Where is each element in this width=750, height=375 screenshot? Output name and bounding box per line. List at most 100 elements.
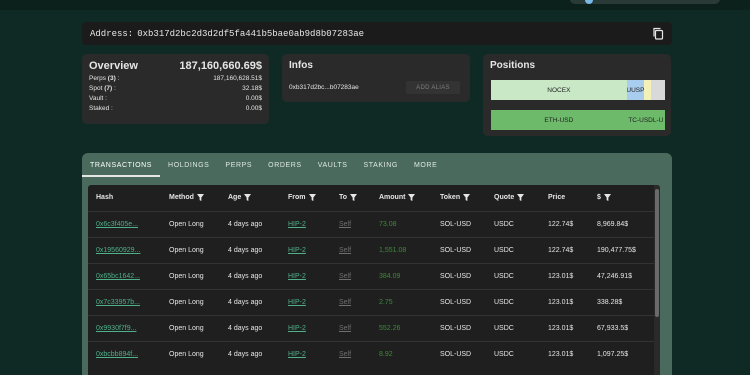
cell-amount: 384.09 [379, 273, 401, 280]
cell-age: 4 days ago [228, 221, 263, 228]
cell-from[interactable]: HIP-2 [288, 351, 306, 358]
tab-perps[interactable]: PERPS [217, 153, 260, 177]
cell-to[interactable]: Self [339, 247, 351, 254]
cell-quote: USDC [494, 299, 514, 306]
cell-quote: USDC [494, 221, 514, 228]
cell-token: SOL-USD [440, 247, 472, 254]
overview-row-label: Spot (7) : [89, 85, 116, 92]
address-bar: Address: 0xb317d2bc2d3d2df5fa441b5bae0ab… [82, 22, 672, 45]
cell-token: SOL-USD [440, 325, 472, 332]
header-amount-label: Amount [379, 194, 406, 201]
cell-hash[interactable]: 0x6c3f405e... [96, 221, 138, 228]
position-bottom-segment[interactable]: ETH-USD [491, 110, 627, 130]
filter-icon[interactable] [244, 194, 252, 201]
infos-title: Infos [289, 60, 313, 71]
filter-icon[interactable] [463, 194, 471, 201]
tab-bar: TRANSACTIONS HOLDINGS PERPS ORDERS VAULTS STA… [82, 153, 672, 177]
scrollbar-thumb[interactable] [655, 189, 659, 317]
filter-icon[interactable] [408, 194, 416, 201]
header-usd[interactable]: $ [597, 194, 611, 201]
table-scrollbar[interactable] [654, 185, 660, 375]
header-to-label: To [339, 194, 348, 201]
header-quote[interactable]: Quote [494, 194, 525, 201]
tab-orders[interactable]: ORDERS [260, 153, 310, 177]
header-token[interactable]: Token [440, 194, 471, 201]
cell-hash[interactable]: 0x65bc1642... [96, 273, 140, 280]
cell-price: 123.01$ [548, 299, 574, 306]
overview-row-label: Vault : [89, 95, 107, 102]
header-hash: Hash [96, 194, 113, 201]
cell-price: 123.01$ [548, 273, 574, 280]
header-usd-label: $ [597, 194, 601, 201]
infos-short-address: 0xb317d2bc...b07283ae [289, 84, 359, 91]
header-amount[interactable]: Amount [379, 194, 416, 201]
filter-icon[interactable] [196, 194, 204, 201]
tab-more[interactable]: MORE [406, 153, 445, 177]
header-from[interactable]: From [288, 194, 316, 201]
filter-icon[interactable] [350, 194, 358, 201]
address-value: 0xb317d2bc2d3d2df5fa441b5bae0ab9d8b07283… [137, 28, 365, 39]
position-top-segment[interactable] [644, 80, 652, 100]
header-method[interactable]: Method [169, 194, 204, 201]
cell-from[interactable]: HIP-2 [288, 299, 306, 306]
header-hash-label: Hash [96, 194, 114, 201]
cell-method: Open Long [169, 247, 204, 254]
filter-icon[interactable] [308, 194, 316, 201]
cell-from[interactable]: HIP-2 [288, 325, 306, 332]
overview-total: 187,160,660.69$ [179, 60, 262, 72]
cell-to[interactable]: Self [339, 299, 351, 306]
transactions-table: Hash Method Age From To Amount Token Quote Price… [88, 185, 660, 375]
cell-amount: 1,551.08 [379, 247, 407, 254]
infos-card: Infos 0xb317d2bc...b07283ae ADD ALIAS [282, 54, 470, 102]
add-alias-button[interactable]: ADD ALIAS [406, 81, 460, 94]
position-top-segment[interactable]: UUSP [626, 80, 645, 100]
header-age-label: Age [228, 194, 242, 201]
header-to[interactable]: To [339, 194, 358, 201]
cell-quote: USDC [494, 273, 514, 280]
overview-row-value: 0.00$ [245, 105, 262, 112]
overview-row: Spot (7) : 32.18$ [89, 85, 262, 92]
table-row: 0x6c3f405e... Open Long 4 days ago HIP-2 Sel… [88, 211, 660, 237]
cell-hash[interactable]: 0x9930f7f9... [96, 325, 136, 332]
overview-row: Staked : 0.00$ [89, 105, 262, 112]
cell-amount: 552.26 [379, 325, 401, 332]
position-top-segment[interactable]: NOCEX [491, 80, 627, 100]
overview-row: Vault : 0.00$ [89, 95, 262, 102]
table-row: 0x65bc1642... Open Long 4 days ago HIP-2 Sel… [88, 263, 660, 289]
cell-to[interactable]: Self [339, 221, 351, 228]
cell-to[interactable]: Self [339, 273, 351, 280]
cell-hash[interactable]: 0x7c33957b... [96, 299, 140, 306]
tab-staking[interactable]: STAKING [356, 153, 406, 177]
cell-method: Open Long [169, 299, 204, 306]
header-quote-label: Quote [494, 194, 515, 201]
overview-row-count: (7) [104, 85, 113, 92]
position-bottom-segment[interactable]: TC-USDL-U [626, 110, 665, 130]
cell-from[interactable]: HIP-2 [288, 247, 306, 254]
cell-method: Open Long [169, 221, 204, 228]
cell-usd: 67,933.5$ [597, 325, 629, 332]
table-header: Hash Method Age From To Amount Token Quote Price… [88, 185, 660, 211]
filter-icon[interactable] [517, 194, 525, 201]
cell-hash[interactable]: 0x19560929... [96, 247, 140, 254]
filter-icon[interactable] [603, 194, 611, 201]
overview-row-value: 0.00$ [245, 95, 262, 102]
tab-vaults[interactable]: VAULTS [310, 153, 356, 177]
header-age[interactable]: Age [228, 194, 252, 201]
cell-to[interactable]: Self [339, 325, 351, 332]
overview-row-label: Perps (3) : [89, 75, 120, 82]
header-price: Price [548, 194, 565, 201]
position-top-segment[interactable] [651, 80, 665, 100]
cell-quote: USDC [494, 247, 514, 254]
cell-from[interactable]: HIP-2 [288, 221, 306, 228]
cell-age: 4 days ago [228, 273, 263, 280]
cell-to[interactable]: Self [339, 351, 351, 358]
tab-transactions[interactable]: TRANSACTIONS [82, 153, 161, 177]
copy-icon[interactable] [652, 27, 664, 40]
cell-hash[interactable]: 0xbcbb894f... [96, 351, 138, 358]
cell-amount: 8.92 [379, 351, 393, 358]
cell-from[interactable]: HIP-2 [288, 273, 306, 280]
overview-row: Perps (3) : 187,160,628.51$ [89, 75, 262, 82]
tab-holdings[interactable]: HOLDINGS [160, 153, 217, 177]
cell-method: Open Long [169, 325, 204, 332]
overview-row-value: 187,160,628.51$ [213, 75, 262, 82]
